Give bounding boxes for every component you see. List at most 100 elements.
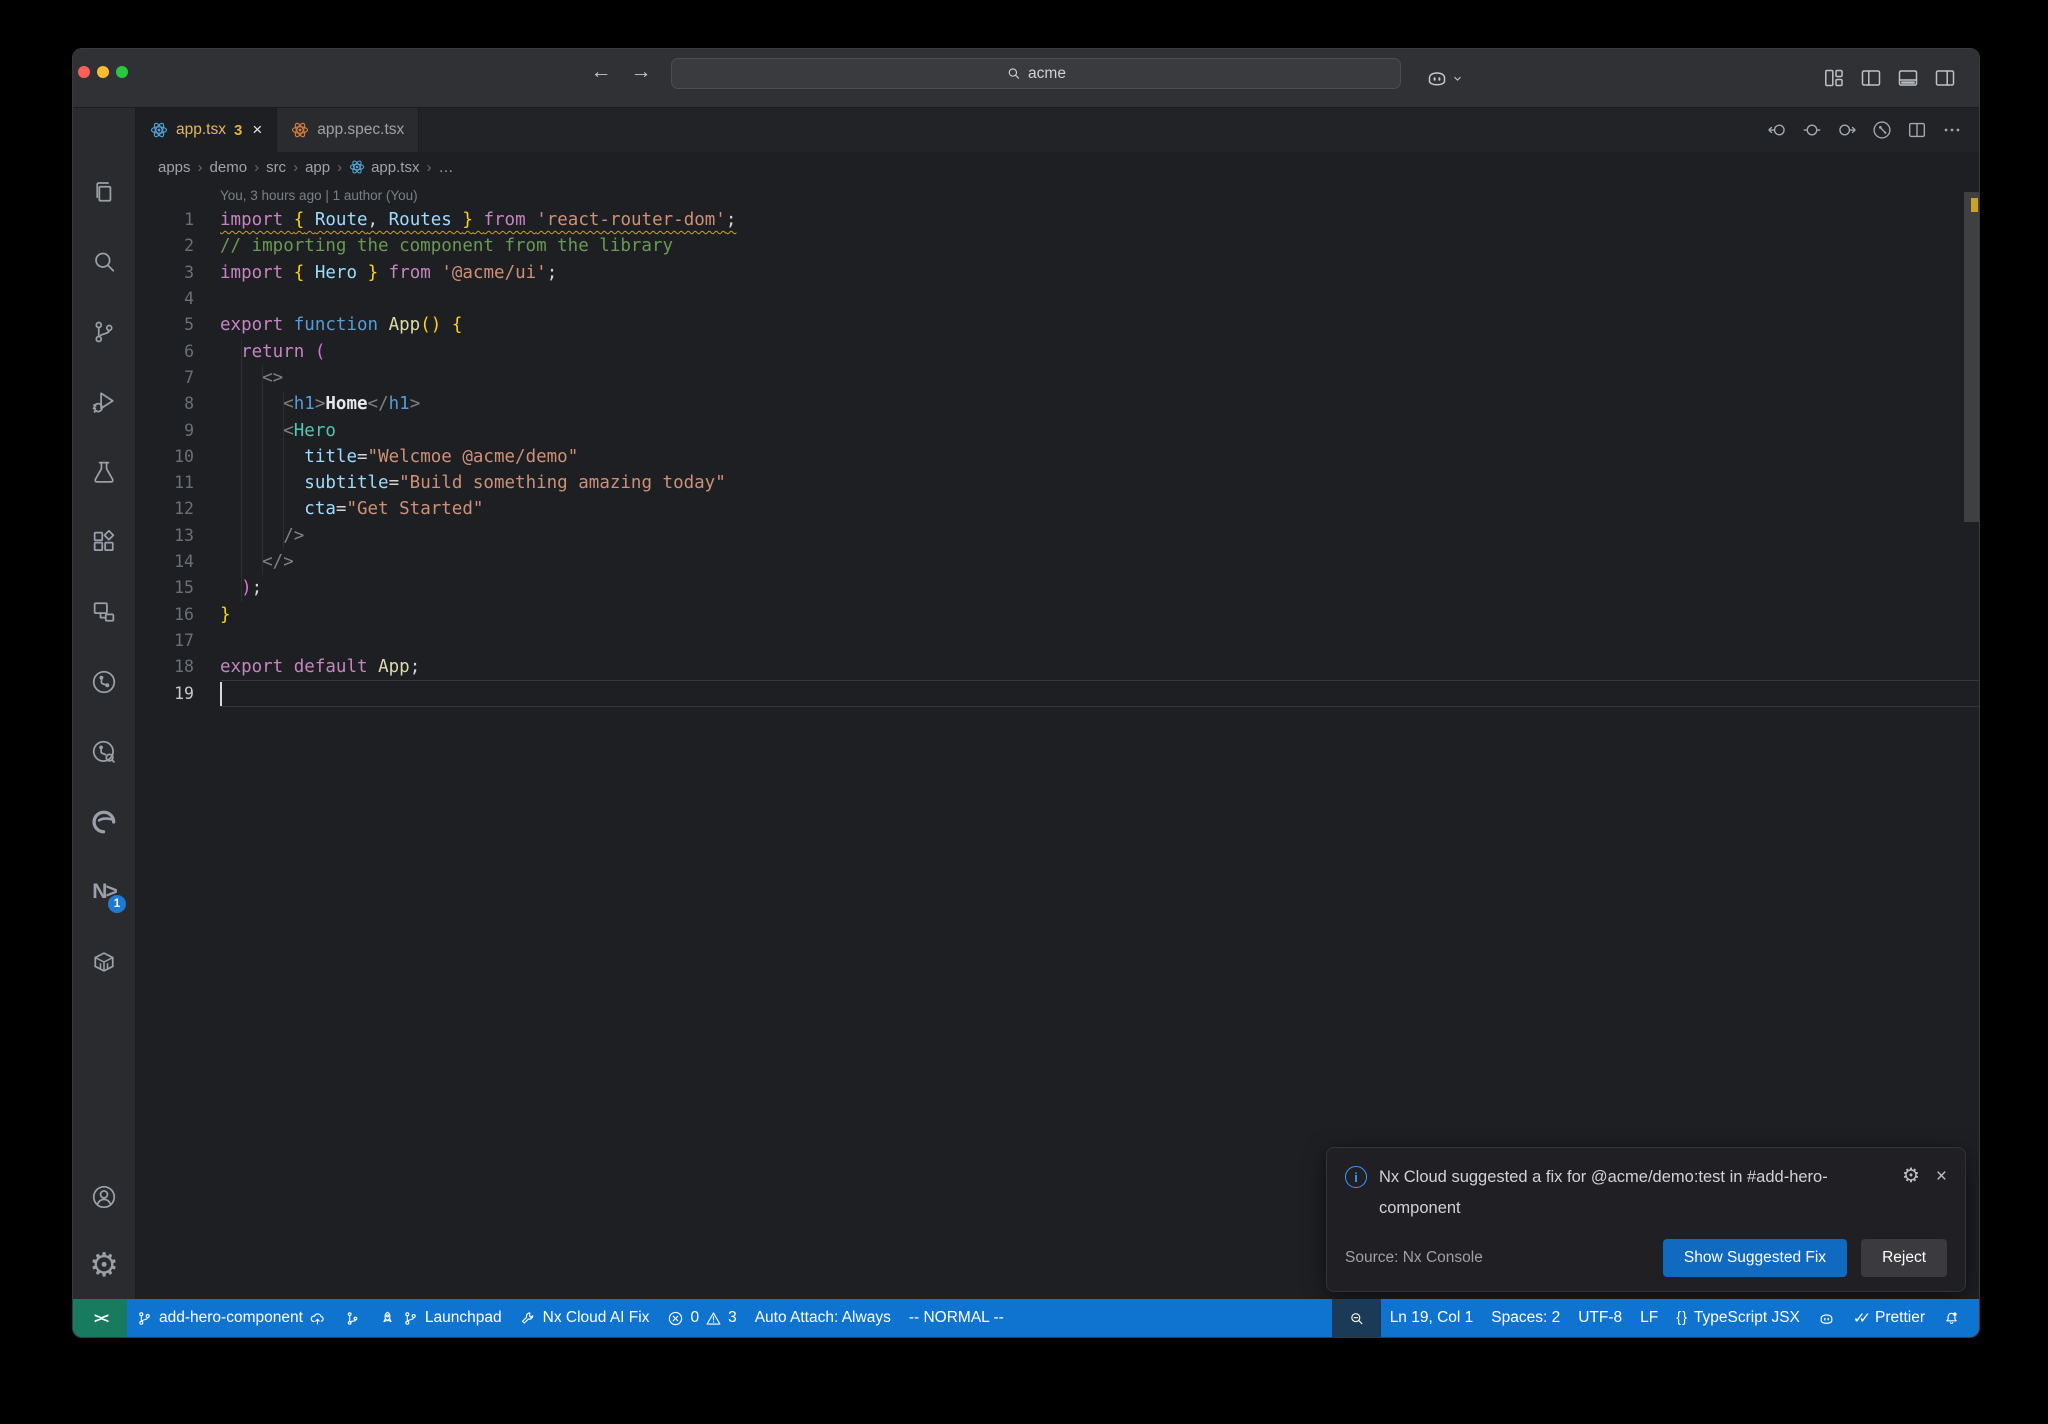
code-line[interactable]: 17	[136, 628, 1979, 654]
code-text: export function App() {	[220, 315, 463, 336]
text-cursor	[220, 682, 222, 706]
react-icon	[150, 122, 168, 138]
line-number: 9	[184, 420, 194, 440]
command-center-search[interactable]: acme	[671, 58, 1401, 89]
toggle-primary-sidebar-button[interactable]	[1859, 66, 1883, 90]
navigate-back-button[interactable]: ←	[586, 57, 616, 87]
status-encoding[interactable]: UTF-8	[1569, 1299, 1631, 1337]
git-branch-icon	[405, 1311, 416, 1325]
code-line[interactable]: 5 export function App() {	[136, 312, 1979, 338]
indent-guide	[283, 391, 284, 550]
breadcrumb-item[interactable]: apps	[158, 159, 191, 176]
notification-message: Nx Cloud suggested a fix for @acme/demo:…	[1379, 1168, 1828, 1217]
code-line[interactable]: 7 <>	[136, 365, 1979, 391]
status-eol[interactable]: LF	[1631, 1299, 1667, 1337]
status-vim-mode-item[interactable]: -- NORMAL --	[900, 1299, 1013, 1337]
status-copilot-status[interactable]	[1809, 1299, 1844, 1337]
code-line[interactable]: 14 </>	[136, 549, 1979, 575]
customize-layout-button[interactable]	[1822, 66, 1846, 90]
split-editor-button[interactable]	[1906, 119, 1928, 141]
activity-bar-explorer[interactable]	[81, 169, 127, 215]
status-git-branch-item[interactable]: add-hero-component	[127, 1299, 335, 1337]
reject-button[interactable]: Reject	[1861, 1239, 1947, 1277]
code-line[interactable]: 13 />	[136, 523, 1979, 549]
status-problems-item[interactable]: 03	[658, 1299, 745, 1337]
activity-bar-settings[interactable]: ⚙	[81, 1241, 127, 1287]
activity-bar-containers[interactable]	[81, 939, 127, 985]
code-line[interactable]: 6 return (	[136, 339, 1979, 365]
tab-close-icon[interactable]: ×	[252, 120, 262, 140]
close-window-button[interactable]	[78, 66, 90, 78]
breadcrumb-item[interactable]: demo	[210, 159, 248, 176]
notification-settings-gear-icon[interactable]: ⚙	[1902, 1166, 1920, 1186]
tab-bar: app.tsx 3 × app.spec.tsx	[136, 108, 1979, 152]
code-editor[interactable]: You, 3 hours ago | 1 author (You) 1 impor…	[136, 182, 1979, 1299]
code-line[interactable]: 11 subtitle="Build something amazing tod…	[136, 470, 1979, 496]
status-formatter[interactable]: ✓✓ Prettier	[1844, 1299, 1934, 1337]
chevron-down-icon	[1451, 72, 1464, 85]
code-line[interactable]: 9 <Hero	[136, 418, 1979, 444]
code-line[interactable]: 3 import { Hero } from '@acme/ui';	[136, 260, 1979, 286]
status-indentation[interactable]: Spaces: 2	[1482, 1299, 1569, 1337]
activity-bar-source-control-graph[interactable]	[81, 659, 127, 705]
activity-bar-search[interactable]	[81, 239, 127, 285]
line-number: 1	[184, 210, 194, 229]
panel-right-icon	[1935, 70, 1955, 86]
source-control-graph-button[interactable]	[1871, 119, 1893, 141]
notification-close-icon[interactable]: ×	[1936, 1167, 1947, 1186]
minimize-window-button[interactable]	[97, 66, 109, 78]
breadcrumb-item[interactable]: app	[305, 159, 330, 176]
code-line[interactable]: 16}	[136, 602, 1979, 628]
activity-bar-gitlens-inspect[interactable]	[81, 729, 127, 775]
code-line[interactable]: 4	[136, 286, 1979, 312]
status-source-control-graph-item[interactable]	[335, 1299, 370, 1337]
vscode-window: ← → acme N> 1 ⚙ app.tsx 3 × app.spec.tsx…	[72, 48, 1980, 1338]
navigate-forward-button[interactable]: →	[626, 57, 656, 87]
activity-bar-accounts[interactable]	[81, 1174, 127, 1220]
breadcrumb-separator: ›	[197, 158, 203, 176]
activity-bar-extensions[interactable]	[81, 519, 127, 565]
code-line[interactable]: 18 export default App;	[136, 654, 1979, 680]
remote-glyph: ><	[93, 1309, 109, 1327]
status-zoom-indicator[interactable]	[1331, 1299, 1381, 1337]
toggle-panel-button[interactable]	[1896, 66, 1920, 90]
code-line[interactable]: 10 title="Welcmoe @acme/demo"	[136, 444, 1979, 470]
show-suggested-fix-button[interactable]: Show Suggested Fix	[1662, 1239, 1848, 1277]
status-notifications-bell[interactable]	[1934, 1299, 1969, 1337]
current-position-button[interactable]	[1801, 119, 1823, 141]
breadcrumb-item[interactable]: src	[266, 159, 286, 176]
activity-bar-nx-console[interactable]: N> 1	[81, 869, 127, 915]
status-nx-cloud-ai-fix-item[interactable]: Nx Cloud AI Fix	[511, 1299, 659, 1337]
more-actions-button[interactable]	[1941, 119, 1963, 141]
tab-app-tsx[interactable]: app.tsx 3 ×	[136, 108, 278, 152]
status-remote-indicator[interactable]: ><	[73, 1299, 127, 1337]
status-auto-attach-item[interactable]: Auto Attach: Always	[746, 1299, 900, 1337]
code-line[interactable]: 2 // importing the component from the lib…	[136, 233, 1979, 259]
activity-bar-testing[interactable]	[81, 449, 127, 495]
window-controls	[78, 66, 128, 78]
circle-arrow-left-icon	[1768, 124, 1785, 136]
tab-app-spec-tsx[interactable]: app.spec.tsx	[277, 108, 420, 152]
status-language-mode[interactable]: {} TypeScript JSX	[1667, 1299, 1809, 1337]
code-text: );	[241, 578, 263, 599]
zoom-window-button[interactable]	[116, 66, 128, 78]
activity-bar-references-hierarchy[interactable]	[81, 589, 127, 635]
code-line[interactable]: 8 <h1>Home</h1>	[136, 391, 1979, 417]
breadcrumb-item[interactable]: …	[438, 159, 453, 176]
code-line[interactable]: 12 cta="Get Started"	[136, 496, 1979, 522]
go-forward-button[interactable]	[1836, 119, 1858, 141]
code-line[interactable]: 1 import { Route, Routes } from 'react-ro…	[136, 207, 1979, 233]
toggle-secondary-sidebar-button[interactable]	[1933, 66, 1957, 90]
breadcrumb-item[interactable]: app.tsx	[349, 159, 419, 176]
copilot-menu-button[interactable]	[1425, 66, 1464, 90]
activity-bar-source-control[interactable]	[81, 309, 127, 355]
activity-bar-edge-devtools[interactable]	[81, 799, 127, 845]
line-number: 4	[184, 288, 194, 308]
editor-scrollbar[interactable]	[1964, 192, 1979, 522]
code-line[interactable]: 15 );	[136, 575, 1979, 601]
status-label: 3	[728, 1309, 737, 1326]
status-launchpad-item[interactable]: Launchpad	[370, 1299, 511, 1337]
activity-bar-run-and-debug[interactable]	[81, 379, 127, 425]
status-cursor-position[interactable]: Ln 19, Col 1	[1381, 1299, 1483, 1337]
go-back-button[interactable]	[1766, 119, 1788, 141]
